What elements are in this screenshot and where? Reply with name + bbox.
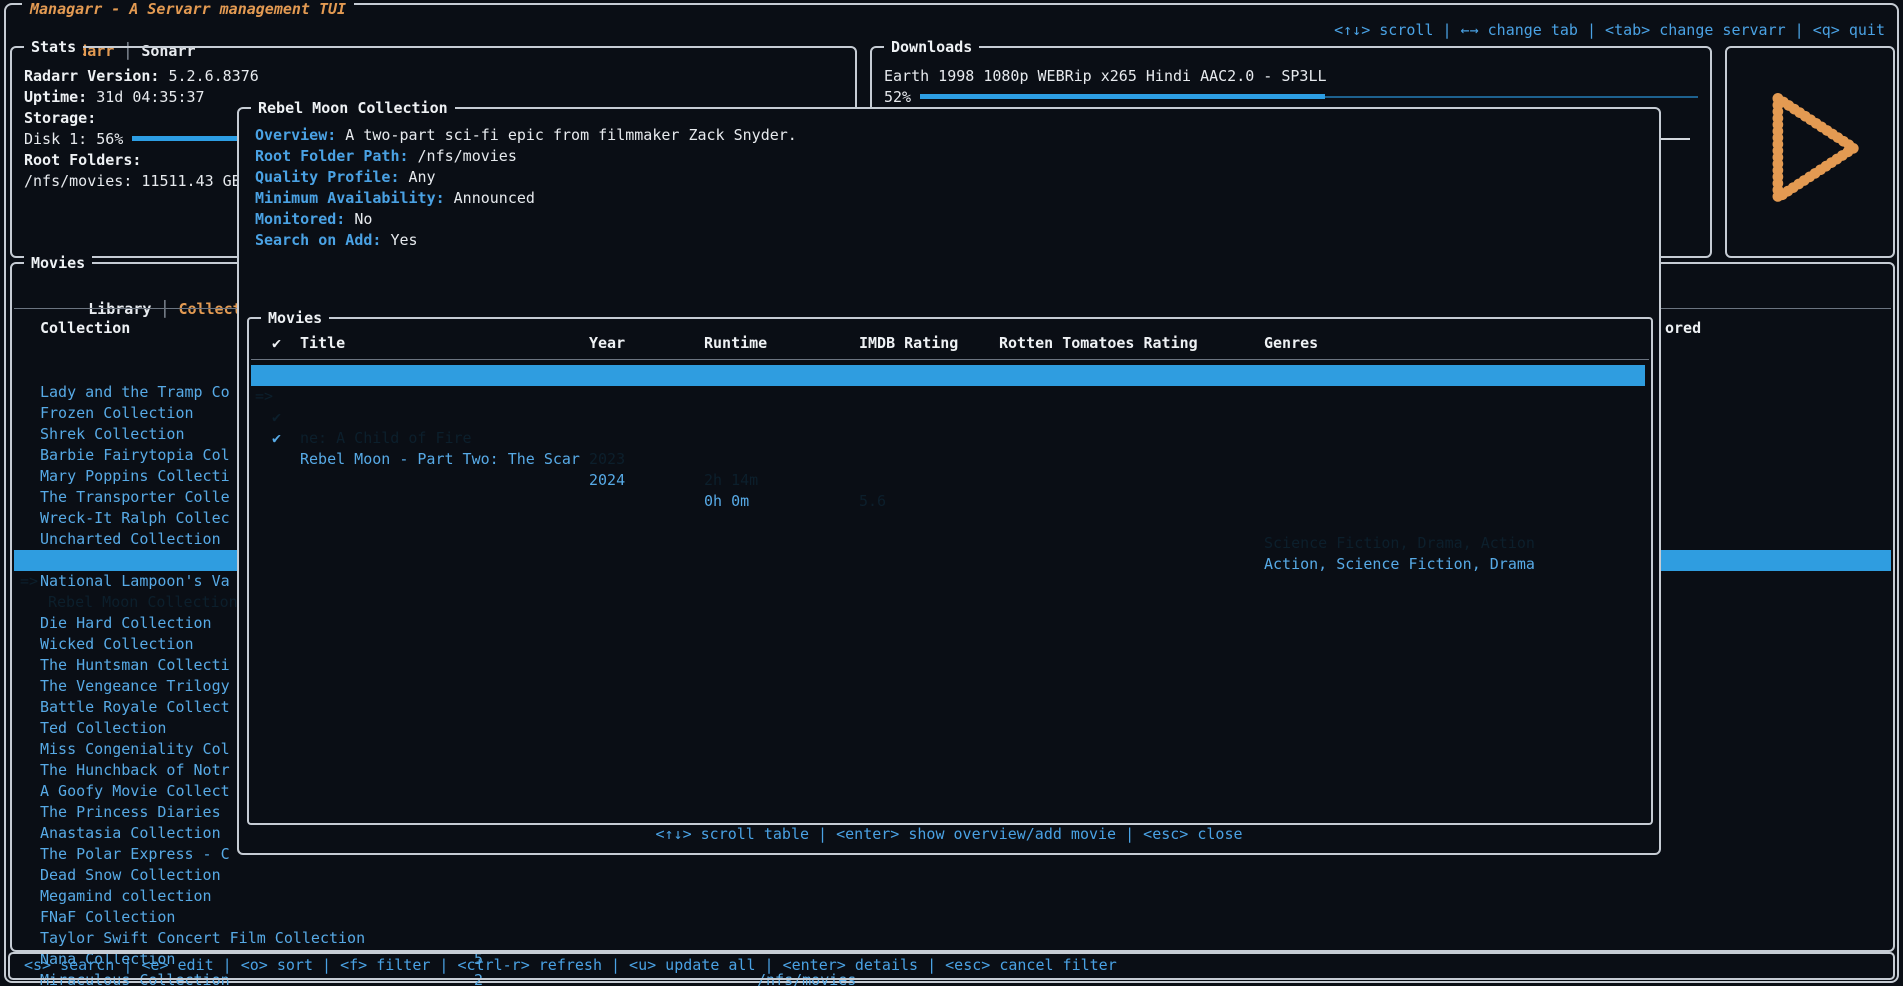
minimum-availability-value: Announced [454,189,535,207]
root-folder-value: /nfs/movies: 11511.43 GB [24,172,241,190]
app-title: Managarr - A Servarr management TUI [22,0,354,18]
search-on-add-value: Yes [390,231,417,249]
monitored-label: Monitored: [255,210,345,228]
monitored-value: No [354,210,372,228]
header-genres: Genres [1264,333,1318,354]
header-monitored-check: ✔ [272,333,281,354]
download-item-name: Earth 1998 1080p WEBRip x265 Hindi AAC2.… [884,67,1327,85]
collection-movies-table-title: Movies [261,308,329,329]
download-progress-gauge [920,87,1698,108]
quality-profile-value: Any [409,168,436,186]
movie-runtime: 0h 0m [704,491,749,512]
download-percent-label: 52% [884,87,911,108]
logo-panel [1725,46,1895,258]
uptime-value: 31d 04:35:37 [96,88,204,106]
stats-panel-title: Stats [24,37,83,58]
movies-panel-title: Movies [24,253,92,274]
collection-row[interactable]: => Miraculous Collection 2 /nfs/movies A… [14,928,1891,949]
monitored-line: Monitored: No [255,209,797,230]
keybinding-hints-bottom: <s> search | <e> edit | <o> sort | <f> f… [24,955,1117,976]
overview-line: Overview: A two-part sci-fi epic from fil… [255,125,797,146]
search-on-add-label: Search on Add: [255,231,381,249]
movie-year: 2024 [589,470,625,491]
storage-label: Storage: [24,109,96,127]
root-folder-path-label: Root Folder Path: [255,147,409,165]
collection-column-header: Collection [40,318,130,339]
root-folder-path-value: /nfs/movies [418,147,517,165]
movie-row[interactable]: => ✔ Rebel Moon - Part Two: The Scar 202… [251,386,1645,407]
movies-tab-divider: │ [160,300,169,318]
header-runtime: Runtime [704,333,767,354]
header-imdb-rating: IMDB Rating [859,333,958,354]
movie-year: 2023 [589,449,625,470]
monitored-header-fragment: ored [1665,318,1701,339]
popup-fields: Overview: A two-part sci-fi epic from fil… [255,125,797,251]
collection-movies-rows: => ✔ ne: A Child of Fire 2023 2h 14m 5.6… [251,365,1645,407]
uptime-label: Uptime: [24,88,87,106]
header-title: Title [300,333,345,354]
minimum-availability-label: Minimum Availability: [255,189,445,207]
minimum-availability-line: Minimum Availability: Announced [255,188,797,209]
popup-keybinding-hints: <↑↓> scroll table | <enter> show overvie… [239,824,1659,845]
quality-profile-label: Quality Profile: [255,168,400,186]
radarr-version-value: 5.2.6.8376 [168,67,258,85]
radarr-version-line: Radarr Version: 5.2.6.8376 [24,66,843,87]
movie-row[interactable]: => ✔ ne: A Child of Fire 2023 2h 14m 5.6… [251,365,1645,386]
downloads-panel-title: Downloads [884,37,979,58]
tab-library[interactable]: Library [88,300,151,318]
overview-label: Overview: [255,126,336,144]
popup-title: Rebel Moon Collection [251,98,455,119]
movie-genres: Action, Science Fiction, Drama [1264,554,1535,575]
footer-bar: <s> search | <e> edit | <o> sort | <f> f… [8,952,1895,980]
keybinding-hints-top: <↑↓> scroll | ←→ change tab | <tab> chan… [1334,20,1885,41]
download-progress-line: 52% [884,87,1698,108]
movie-runtime: 2h 14m [704,470,758,491]
radarr-version-label: Radarr Version: [24,67,159,85]
movie-title: Rebel Moon - Part Two: The Scar [300,449,580,470]
search-on-add-line: Search on Add: Yes [255,230,797,251]
collection-row[interactable]: => Taylor Swift Concert Film Collection … [14,886,1891,907]
managarr-screen: Managarr - A Servarr management TUI Rada… [0,0,1903,986]
managarr-play-logo-icon [1737,73,1883,223]
root-folders-label: Root Folders: [24,151,141,169]
header-rotten-tomatoes-rating: Rotten Tomatoes Rating [999,333,1198,354]
collection-details-popup: Rebel Moon Collection Overview:A two-par… [237,107,1661,855]
header-year: Year [589,333,625,354]
quality-profile-line: Quality Profile: Any [255,167,797,188]
collection-row[interactable]: => FNaF Collection [14,865,1891,886]
overview-value: A two-part sci-fi epic from filmmaker Za… [345,126,797,144]
root-folder-path-line: Root Folder Path: /nfs/movies [255,146,797,167]
collection-row[interactable]: => Nana Collection 2 /nfs/movies Any Yes [14,907,1891,928]
download-item-title: Earth 1998 1080p WEBRip x265 Hindi AAC2.… [884,66,1698,87]
disk-usage-label: Disk 1: 56% [24,129,123,150]
header-separator-line [251,359,1649,360]
collection-movies-table: Movies ✔ Title Year Runtime IMDB Rating … [247,317,1653,825]
movie-monitored-check-icon: ✔ [272,428,281,449]
movie-imdb-rating: 5.6 [859,491,886,512]
movie-genres: Science Fiction, Drama, Action [1264,533,1535,554]
